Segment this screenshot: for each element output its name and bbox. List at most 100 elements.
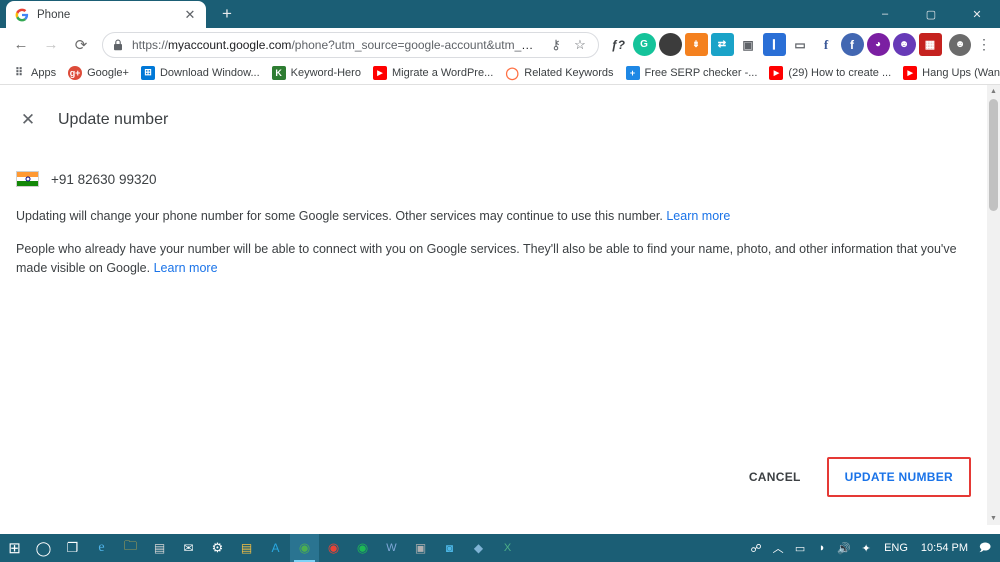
phone-number-row: +91 82630 99320: [16, 171, 984, 187]
avatar[interactable]: ☻: [949, 33, 971, 56]
learn-more-link-1[interactable]: Learn more: [666, 209, 730, 223]
bookmark-label: Migrate a WordPre...: [391, 66, 494, 79]
orange-extension[interactable]: ⇟: [684, 33, 708, 56]
show-hidden-icons[interactable]: ︿: [767, 534, 789, 562]
bookmark-migrate-wordpress[interactable]: ▶ Migrate a WordPre...: [367, 64, 499, 82]
circle-icon: ◯: [505, 65, 520, 80]
teal-sync-extension[interactable]: ⇄: [710, 33, 734, 56]
notepad[interactable]: ▤: [232, 534, 261, 562]
dialog-header: ✕ Update number: [16, 85, 984, 141]
store[interactable]: ▤: [145, 534, 174, 562]
bookmark-serp-checker[interactable]: + Free SERP checker -...: [620, 64, 764, 82]
india-flag-icon: [16, 171, 39, 187]
notification-icon[interactable]: 🗩: [974, 534, 996, 562]
screenshot-extension[interactable]: ▭: [788, 33, 812, 56]
reload-button[interactable]: ⟳: [67, 31, 95, 59]
bookmark-apps[interactable]: ⠿ Apps: [6, 64, 62, 82]
windows-taskbar: ⊞ ◯ ❐ e 🗀 ▤ ✉ ⚙ ▤ A ◉ ◉ ◉ W ▣ ◙ ◆ X ☍ ︿ …: [0, 534, 1000, 562]
page-scrollbar[interactable]: ▲ ▼: [987, 85, 1000, 525]
language-indicator[interactable]: ENG: [877, 534, 915, 562]
youtube-icon: ▶: [769, 65, 784, 80]
ghost-extension[interactable]: ◕: [866, 33, 890, 56]
battery-icon[interactable]: ▭: [789, 534, 811, 562]
new-tab-button[interactable]: +: [214, 1, 240, 27]
grammarly-extension[interactable]: G: [632, 33, 656, 56]
mail[interactable]: ✉: [174, 534, 203, 562]
browser-tab[interactable]: Phone ✕: [6, 1, 206, 28]
red-grid-extension[interactable]: ▦: [918, 33, 942, 56]
settings[interactable]: ⚙: [203, 534, 232, 562]
tab-title: Phone: [37, 8, 71, 21]
learn-more-link-2[interactable]: Learn more: [154, 261, 218, 275]
lock-icon: [111, 38, 125, 52]
bluetooth-icon[interactable]: ✦: [855, 534, 877, 562]
star-icon[interactable]: ☆: [570, 35, 590, 55]
maximize-button[interactable]: ▢: [908, 0, 954, 28]
wifi-icon[interactable]: ◗: [811, 534, 833, 562]
facebook-extension[interactable]: f: [814, 33, 838, 56]
people-icon[interactable]: ☍: [745, 534, 767, 562]
file-explorer[interactable]: 🗀: [116, 534, 145, 562]
adobe-app[interactable]: A: [261, 534, 290, 562]
browser-toolbar: ← → ⟳ https://myaccount.google.com/phone…: [0, 28, 1000, 61]
youtube-icon: ▶: [372, 65, 387, 80]
clock[interactable]: 10:54 PM: [915, 534, 974, 562]
key-icon[interactable]: ⚷: [546, 35, 566, 55]
cancel-button[interactable]: CANCEL: [739, 462, 811, 492]
cortana-search[interactable]: ◯: [29, 534, 58, 562]
spotify[interactable]: ◉: [348, 534, 377, 562]
google-g-icon: [14, 7, 29, 22]
minimize-button[interactable]: –: [862, 0, 908, 28]
windows-icon: ⊞: [140, 65, 155, 80]
update-number-button[interactable]: UPDATE NUMBER: [831, 461, 967, 493]
bookmark-how-to-create[interactable]: ▶ (29) How to create ...: [763, 64, 897, 82]
bookmark-download-windows[interactable]: ⊞ Download Window...: [135, 64, 266, 82]
youtube-icon: ▶: [903, 65, 918, 80]
browser-window: Phone ✕ + – ▢ ✕ ← → ⟳ https://myaccount.…: [0, 0, 1000, 562]
three-dots-menu-icon[interactable]: ⋮: [974, 32, 994, 58]
close-icon[interactable]: ✕: [182, 7, 198, 23]
extensions-strip: ƒ? G ⇟ ⇄ ▣ ❙ ▭ f f ◕ ☻ ▦: [605, 33, 943, 56]
window-controls: – ▢ ✕: [862, 0, 1000, 28]
back-button[interactable]: ←: [7, 31, 35, 59]
bookmark-label: Free SERP checker -...: [644, 66, 758, 79]
scrollbar-thumb[interactable]: [989, 99, 998, 211]
close-icon[interactable]: ✕: [16, 108, 40, 132]
excel-app[interactable]: X: [493, 534, 522, 562]
photos-app[interactable]: ▣: [406, 534, 435, 562]
address-bar[interactable]: https://myaccount.google.com/phone?utm_s…: [102, 31, 599, 58]
scroll-down-arrow[interactable]: ▼: [987, 512, 1000, 525]
bookmark-keyword-hero[interactable]: K Keyword-Hero: [266, 64, 367, 82]
bookmark-hang-ups[interactable]: ▶ Hang Ups (Want Yo...: [897, 64, 1000, 82]
chrome-browser-2[interactable]: ◉: [319, 534, 348, 562]
unknown-app[interactable]: ◆: [464, 534, 493, 562]
start-button[interactable]: ⊞: [0, 534, 29, 562]
chrome-browser[interactable]: ◉: [290, 534, 319, 562]
bookmark-related-keywords[interactable]: ◯ Related Keywords: [499, 64, 619, 82]
google-plus-icon: g+: [68, 65, 83, 80]
scroll-up-arrow[interactable]: ▲: [987, 85, 1000, 98]
close-window-button[interactable]: ✕: [954, 0, 1000, 28]
apps-grid-icon: ⠿: [14, 67, 24, 79]
url-text: https://myaccount.google.com/phone?utm_s…: [132, 38, 542, 52]
italic-f-extension[interactable]: ƒ?: [607, 33, 630, 56]
dark-circle-extension[interactable]: [658, 33, 682, 56]
paragraph-visibility-note: People who already have your number will…: [16, 240, 984, 278]
bookmark-label: Keyword-Hero: [290, 66, 361, 79]
camera-extension[interactable]: ▣: [736, 33, 760, 56]
fb-blue-extension[interactable]: f: [840, 33, 864, 56]
blue-bar-extension[interactable]: ❙: [762, 33, 786, 56]
bookmark-label: Download Window...: [159, 66, 260, 79]
bookmark-google-plus[interactable]: g+ Google+: [62, 64, 135, 82]
instagram-app[interactable]: ◙: [435, 534, 464, 562]
person-extension[interactable]: ☻: [892, 33, 916, 56]
task-view[interactable]: ❐: [58, 534, 87, 562]
edge-browser[interactable]: e: [87, 534, 116, 562]
word-app[interactable]: W: [377, 534, 406, 562]
page-title: Update number: [58, 111, 169, 128]
forward-button: →: [43, 36, 59, 53]
tab-strip: Phone ✕ + – ▢ ✕: [0, 0, 1000, 28]
volume-icon[interactable]: 🔊: [833, 534, 855, 562]
bookmark-label: Hang Ups (Want Yo...: [922, 66, 1000, 79]
page-content: ✕ Update number +91 82630 99320 Updating…: [0, 85, 1000, 525]
